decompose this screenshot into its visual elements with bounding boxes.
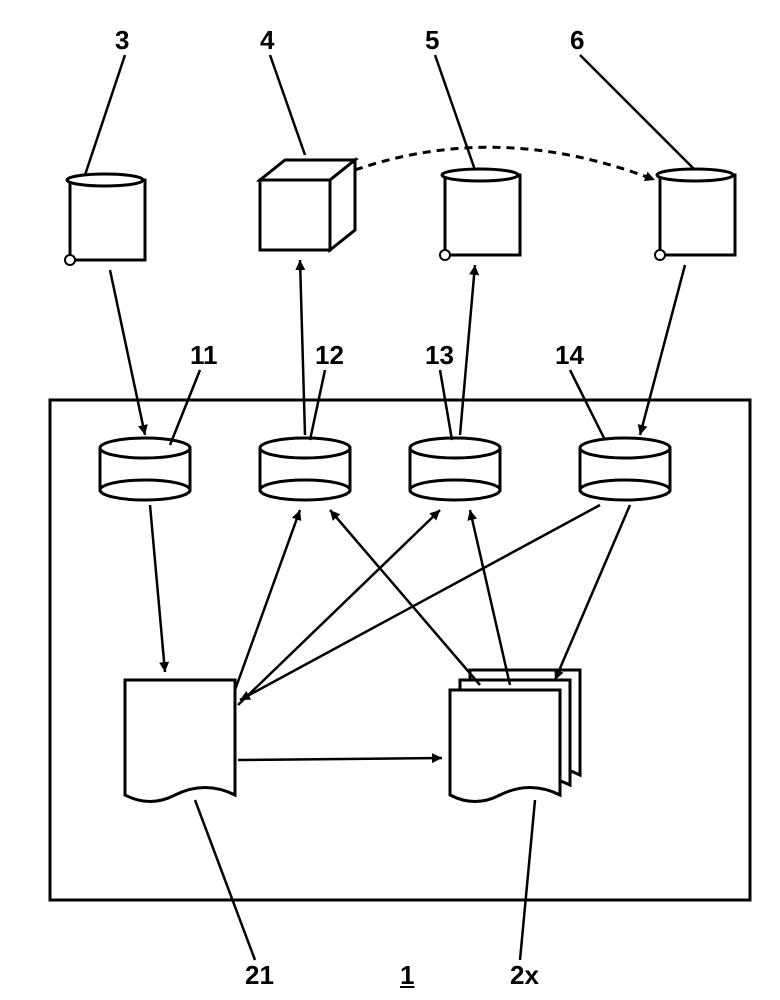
flow-3-11 (110, 270, 145, 435)
store-11 (100, 438, 190, 500)
flow-21-12 (235, 510, 300, 690)
pointer-11 (170, 370, 200, 445)
pointer-13 (440, 370, 452, 440)
flow-12-4 (300, 260, 305, 435)
label-3: 3 (115, 25, 129, 56)
pointer-2x (520, 800, 535, 960)
pointer-3 (85, 55, 125, 175)
node-6 (655, 169, 735, 260)
store-13 (410, 438, 500, 500)
store-12 (260, 438, 350, 500)
label-2x: 2x (510, 960, 539, 991)
process-2x (450, 670, 580, 802)
label-11: 11 (190, 340, 218, 371)
flow-11-21 (150, 505, 165, 672)
label-4: 4 (260, 25, 274, 56)
flow-6-14 (640, 265, 685, 435)
label-14: 14 (555, 340, 584, 371)
pointer-14 (570, 370, 605, 440)
flow-2x-12 (330, 510, 480, 685)
node-5 (440, 169, 520, 260)
label-6: 6 (570, 25, 584, 56)
pointer-4 (270, 55, 305, 155)
label-21: 21 (245, 960, 274, 991)
node-3 (65, 174, 145, 265)
flow-14-2x (555, 505, 630, 680)
process-21 (125, 680, 235, 802)
pointer-21 (195, 800, 255, 960)
diagram-container: 3 4 5 6 11 12 13 14 21 1 2x (0, 0, 780, 1000)
label-13: 13 (425, 340, 454, 371)
pointer-6 (580, 55, 695, 170)
flow-2x-13 (470, 510, 510, 685)
label-5: 5 (425, 25, 439, 56)
diagram-svg (0, 0, 780, 1000)
label-12: 12 (315, 340, 344, 371)
node-4 (260, 160, 355, 250)
label-1: 1 (400, 960, 414, 991)
pointer-5 (435, 55, 475, 170)
store-14 (580, 438, 670, 500)
flow-21-2x (238, 758, 442, 760)
flow-13-5 (460, 265, 475, 435)
pointer-12 (310, 370, 325, 440)
